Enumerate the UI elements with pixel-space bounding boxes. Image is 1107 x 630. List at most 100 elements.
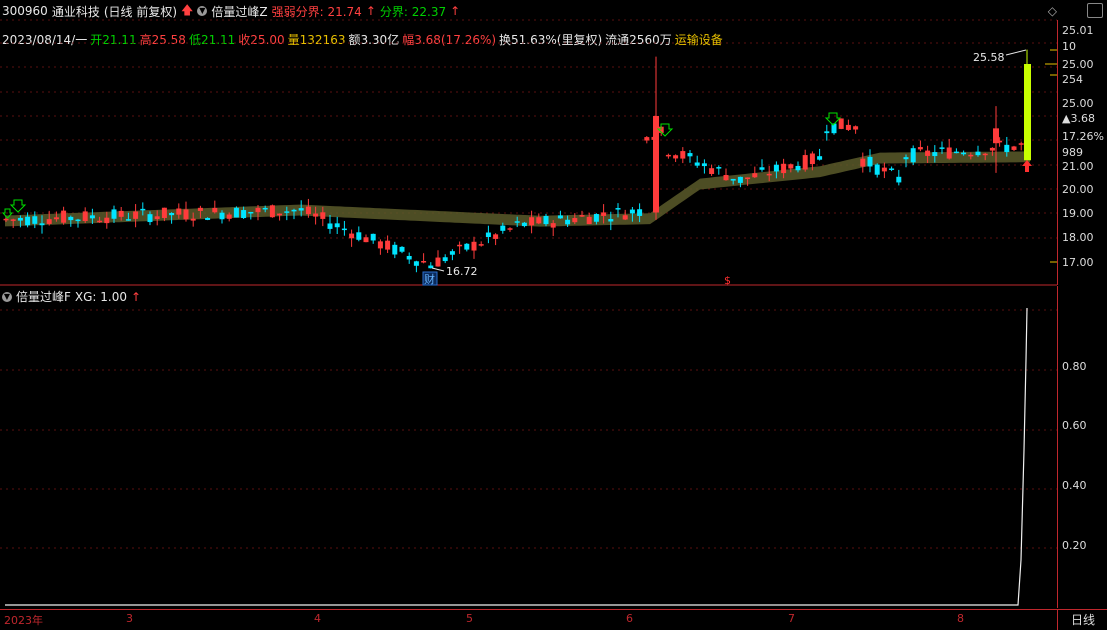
- price-tick: 21.00: [1062, 160, 1094, 173]
- candle-body: [593, 214, 599, 222]
- sub-panel-header: ▼ 倍量过峰F XG: 1.00 ↑: [2, 288, 141, 305]
- candle-body: [889, 168, 895, 170]
- candle-body: [788, 164, 794, 169]
- candle-body: [133, 211, 139, 219]
- price-tick: 254: [1062, 73, 1083, 86]
- candle-body: [449, 251, 455, 255]
- candle-body: [809, 153, 815, 165]
- candle-body: [370, 233, 376, 241]
- candle-body: [377, 241, 383, 249]
- candle-body: [745, 177, 751, 180]
- candle-body: [975, 151, 981, 156]
- price-tick: 10: [1062, 40, 1076, 53]
- candle-body: [680, 151, 686, 159]
- candle-body: [925, 150, 931, 156]
- candle-body: [349, 233, 355, 239]
- candle-body: [291, 209, 297, 212]
- period-button[interactable]: 日线: [1057, 609, 1107, 630]
- date-label: 6: [626, 612, 633, 625]
- window-restore-icon[interactable]: [1087, 3, 1103, 18]
- candle-body: [305, 206, 311, 215]
- price-axis: 25.01 10 25.00 254 25.00 ▲3.68 17.26% 98…: [1057, 20, 1107, 285]
- candle-body: [946, 147, 952, 159]
- kline-chart[interactable]: 25.58 16.72 财 $: [0, 0, 1057, 609]
- candle-body: [709, 168, 715, 174]
- candle-body: [860, 158, 866, 167]
- candle-body: [53, 217, 59, 220]
- candle-body: [269, 205, 275, 218]
- date-label: 7: [788, 612, 795, 625]
- candle-body: [385, 240, 391, 250]
- candle-body: [521, 222, 527, 227]
- candle-body: [550, 223, 556, 228]
- candle-body: [824, 131, 830, 134]
- candle-body: [176, 208, 182, 215]
- candle-body: [917, 147, 923, 150]
- candle-body: [17, 217, 23, 221]
- candle-body: [579, 215, 585, 217]
- candle-body: [320, 212, 326, 219]
- price-tick: 20.00: [1062, 183, 1094, 196]
- price-tick: 17.00: [1062, 256, 1094, 269]
- candle-body: [111, 209, 117, 219]
- candle-body: [716, 167, 722, 169]
- candle-body: [125, 219, 131, 221]
- candle-body: [507, 228, 513, 230]
- candle-body: [284, 211, 290, 213]
- price-tick: 25.00: [1062, 97, 1094, 110]
- chevron-down-icon[interactable]: ▼: [2, 291, 12, 302]
- date-label: 8: [957, 612, 964, 625]
- price-tick: 17.26%: [1062, 130, 1104, 143]
- low-price-label: 16.72: [446, 265, 478, 278]
- candle-body: [730, 178, 736, 181]
- candle-body: [701, 163, 707, 167]
- candle-body: [637, 209, 643, 216]
- candle-body: [622, 215, 628, 220]
- candle-body: [212, 207, 218, 213]
- candle-body: [478, 244, 484, 246]
- candle-body: [766, 173, 772, 176]
- candle-body: [161, 207, 167, 218]
- indicator-tick: 0.60: [1062, 419, 1087, 432]
- candle-body: [154, 216, 160, 219]
- candle-body: [327, 223, 333, 229]
- candle-body: [75, 219, 81, 222]
- candle-body: [557, 215, 563, 219]
- candle-body: [118, 210, 124, 217]
- candle-body: [932, 152, 938, 157]
- candle-body: [781, 163, 787, 174]
- up-arrow-icon: ↑: [131, 289, 142, 304]
- candle-body: [903, 157, 909, 160]
- candle-body: [608, 219, 614, 222]
- candle-body: [190, 218, 196, 221]
- candle-body: [586, 216, 592, 225]
- candle-body: [277, 213, 283, 216]
- candle-body: [464, 243, 470, 250]
- price-tick: 989: [1062, 146, 1083, 159]
- sub-indicator-name[interactable]: 倍量过峰F: [16, 288, 71, 305]
- candle-body: [543, 216, 549, 225]
- candle-body: [874, 164, 880, 175]
- candle-body: [10, 219, 16, 221]
- candle-body: [104, 217, 110, 224]
- candle-body: [197, 207, 203, 211]
- candle-body: [233, 207, 239, 218]
- candle-body: [500, 225, 506, 231]
- candle-body: [226, 214, 232, 219]
- candle-body: [953, 151, 959, 154]
- candle-body: [831, 123, 837, 134]
- candle-body: [241, 210, 247, 219]
- candle-body: [993, 128, 999, 144]
- candle-body: [392, 244, 398, 255]
- candle-body: [1011, 146, 1017, 150]
- price-tick: 18.00: [1062, 231, 1094, 244]
- candle-body: [262, 207, 268, 210]
- candle-body: [653, 115, 659, 213]
- xg-value: XG: 1.00: [74, 289, 128, 304]
- candle-body: [147, 214, 153, 223]
- candle-body: [536, 217, 542, 224]
- candle-body: [989, 147, 995, 151]
- indicator-tick: 0.80: [1062, 360, 1087, 373]
- candle-body: [1018, 143, 1024, 145]
- finance-badge-label: 财: [424, 272, 435, 286]
